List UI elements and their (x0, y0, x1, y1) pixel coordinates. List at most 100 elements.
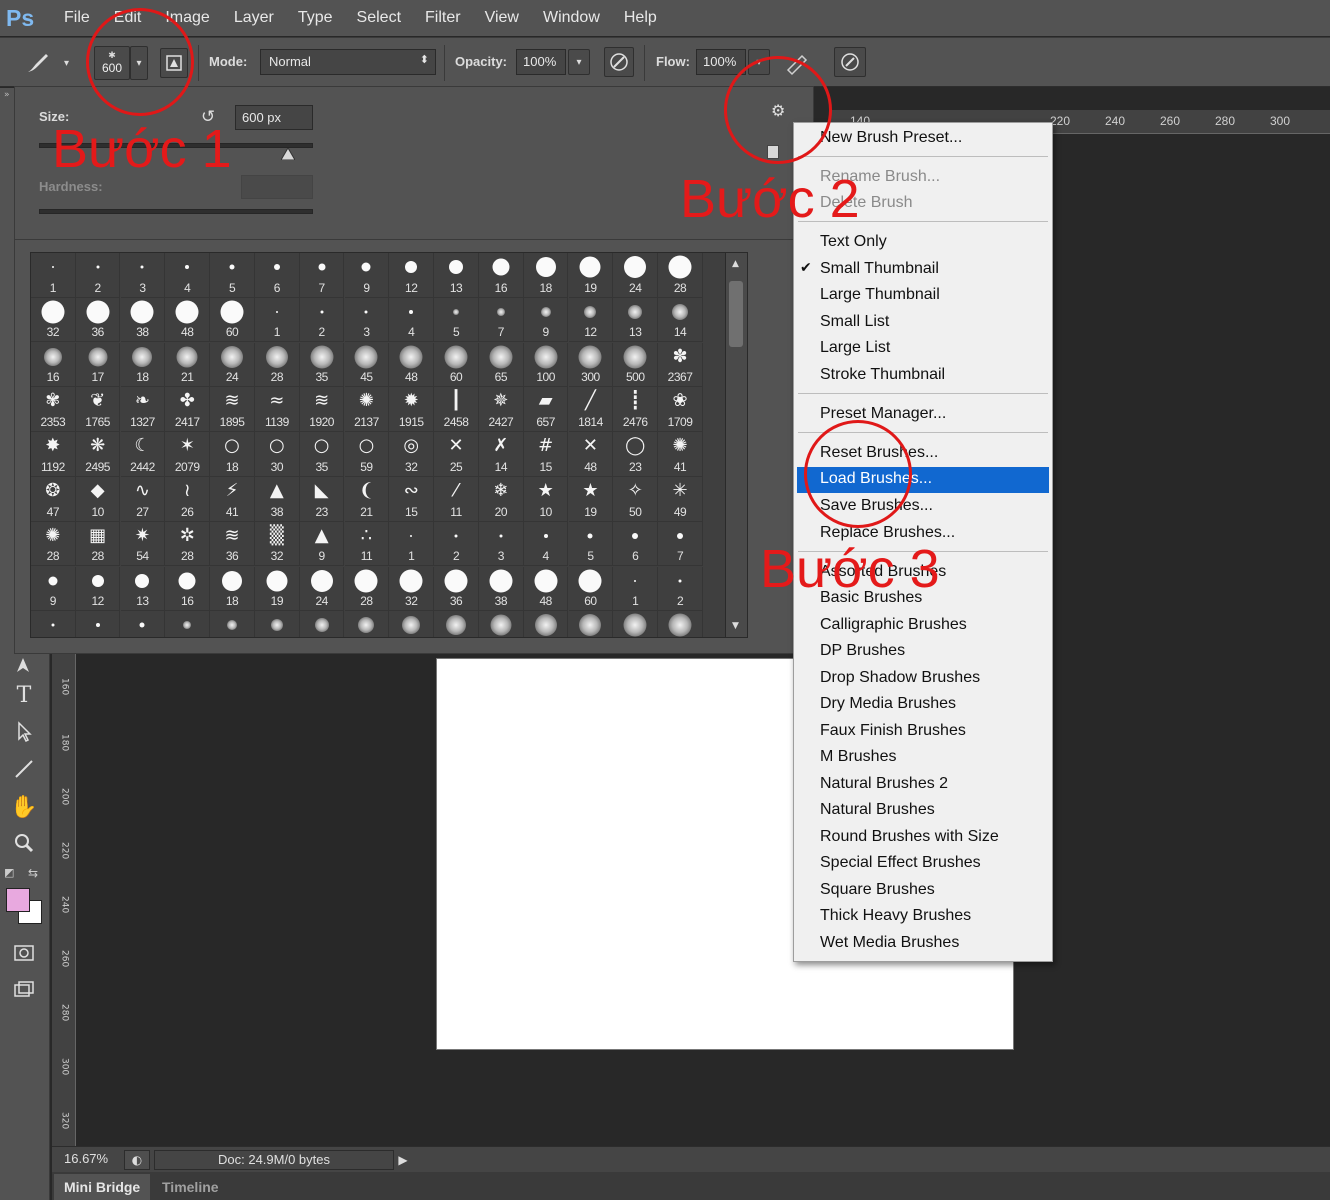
brush-preset-cell[interactable]: 60 (210, 297, 255, 343)
brush-preset-cell[interactable]: ❄ 20 (479, 477, 524, 522)
brush-preset-cell[interactable]: ⚡ 41 (210, 477, 255, 522)
brush-preset-cell[interactable]: ✹ 1915 (389, 387, 435, 433)
tool-preset-dropdown-icon[interactable]: ▾ (64, 58, 69, 69)
brush-tool-icon[interactable] (24, 50, 52, 76)
brush-preset-cell[interactable]: 36 (434, 566, 479, 612)
opacity-dropdown-icon[interactable]: ▾ (568, 49, 590, 75)
status-menu-arrow-icon[interactable]: ▶ (392, 1150, 414, 1170)
size-slider-thumb[interactable] (280, 145, 296, 161)
brush-preset-cell[interactable]: 7 (658, 521, 703, 567)
brush-preset-cell[interactable]: 5 (210, 253, 255, 298)
brush-preset-cell[interactable]: ○ 30 (255, 432, 300, 477)
brush-preset-cell[interactable] (479, 611, 524, 637)
brush-preset-cell[interactable]: 7 (299, 253, 345, 298)
scrollbar-thumb[interactable] (729, 281, 743, 347)
brush-preset-cell[interactable]: 9 (31, 566, 76, 612)
brush-preset-cell[interactable]: ⁄ 11 (434, 477, 479, 522)
brush-preset-cell[interactable]: ❨ 21 (344, 477, 390, 522)
brush-preset-cell[interactable]: 2 (434, 521, 479, 567)
menu-square-brushes[interactable]: Square Brushes (820, 881, 935, 899)
menu-m-brushes[interactable]: M Brushes (820, 748, 896, 766)
brush-preset-cell[interactable]: 13 (613, 297, 659, 343)
brush-preset-cell[interactable]: 48 (523, 566, 569, 612)
menu-file[interactable]: File (52, 0, 102, 36)
brush-preset-cell[interactable]: 12 (389, 253, 435, 298)
brush-preset-cell[interactable] (300, 611, 345, 637)
brush-preset-cell[interactable]: ✺ 41 (658, 432, 703, 477)
menu-text-only[interactable]: Text Only (820, 233, 887, 251)
foreground-color-swatch[interactable] (6, 888, 30, 912)
brush-preset-cell[interactable] (210, 611, 255, 637)
mode-select[interactable]: Normal ⬍ (260, 49, 436, 75)
brush-preset-cell[interactable]: ✺ 28 (31, 521, 76, 567)
menu-layer[interactable]: Layer (222, 0, 286, 36)
brush-preset-cell[interactable]: 4 (389, 297, 435, 343)
brush-preset-cell[interactable]: ✸ 1192 (31, 432, 76, 477)
menu-small-list[interactable]: Small List (820, 313, 889, 331)
brush-preset-cell[interactable]: 32 (389, 566, 435, 612)
brush-preset-cell[interactable]: ≋ 1895 (210, 387, 255, 433)
menu-stroke-thumbnail[interactable]: Stroke Thumbnail (820, 366, 945, 384)
brush-preset-cell[interactable]: 17 (75, 342, 121, 388)
brush-preset-cell[interactable]: 5 (568, 521, 614, 567)
menu-view[interactable]: View (473, 0, 531, 36)
brush-preset-cell[interactable]: ✕ 48 (568, 432, 614, 477)
brush-preset-cell[interactable]: ✾ 2353 (31, 387, 76, 433)
brush-preset-cell[interactable]: 32 (31, 297, 76, 343)
brush-preset-cell[interactable]: 13 (434, 253, 479, 298)
brush-preset-cell[interactable]: 45 (344, 342, 390, 388)
brush-preset-cell[interactable]: ◎ 32 (389, 432, 435, 477)
brush-preset-cell[interactable]: 21 (165, 342, 211, 388)
brush-preset-cell[interactable]: 6 (613, 521, 659, 567)
brush-preset-cell[interactable]: ✺ 2137 (344, 387, 390, 433)
brush-preset-cell[interactable] (121, 611, 166, 637)
swap-colors-icon[interactable]: ⇆ (28, 866, 38, 880)
brush-preset-cell[interactable]: ❦ 1765 (75, 387, 121, 433)
brush-preset-cell[interactable]: 19 (255, 566, 300, 612)
hand-tool-icon[interactable]: ✋ (9, 792, 39, 822)
brush-preset-cell[interactable]: 60 (434, 342, 479, 388)
menu-drop-shadow-brushes[interactable]: Drop Shadow Brushes (820, 669, 980, 687)
menu-dp-brushes[interactable]: DP Brushes (820, 642, 905, 660)
brush-preset-cell[interactable]: ❂ 47 (31, 477, 76, 522)
brush-preset-cell[interactable]: 65 (479, 342, 524, 388)
menu-special-effect-brushes[interactable]: Special Effect Brushes (820, 854, 981, 872)
brush-preset-cell[interactable]: 28 (344, 566, 390, 612)
document-info[interactable]: Doc: 24.9M/0 bytes (154, 1150, 394, 1170)
brush-preset-cell[interactable]: 16 (165, 566, 211, 612)
pen-tool-icon[interactable] (9, 650, 39, 680)
brush-preset-cell[interactable]: ≋ 1920 (299, 387, 345, 433)
brush-preset-cell[interactable]: 28 (255, 342, 300, 388)
menu-help[interactable]: Help (612, 0, 669, 36)
pressure-opacity-icon[interactable] (604, 47, 634, 77)
pressure-size-icon[interactable] (834, 47, 866, 77)
brush-preset-cell[interactable]: 13 (120, 566, 166, 612)
brush-preset-cell[interactable]: 18 (120, 342, 166, 388)
type-tool-icon[interactable]: T (9, 680, 39, 710)
brush-preset-cell[interactable]: 60 (568, 566, 614, 612)
brush-preset-cell[interactable]: ≀ 26 (165, 477, 211, 522)
brush-preset-cell[interactable]: 14 (658, 297, 703, 343)
menu-large-list[interactable]: Large List (820, 339, 890, 357)
brush-preset-cell[interactable]: ○ 18 (210, 432, 255, 477)
brush-preset-cell[interactable]: ✶ 2079 (165, 432, 211, 477)
brush-preset-cell[interactable]: ╱ 1814 (568, 387, 614, 433)
brush-preset-cell[interactable]: 3 (344, 297, 390, 343)
menu-new-brush-preset[interactable]: New Brush Preset... (820, 129, 962, 147)
brush-preset-cell[interactable] (255, 611, 300, 637)
brush-preset-cell[interactable]: 1 (613, 566, 659, 612)
brush-preset-cell[interactable] (569, 611, 614, 637)
brush-preset-cell[interactable]: 6 (255, 253, 300, 298)
menu-window[interactable]: Window (531, 0, 612, 36)
menu-dry-media-brushes[interactable]: Dry Media Brushes (820, 695, 956, 713)
menu-filter[interactable]: Filter (413, 0, 473, 36)
brush-preset-cell[interactable]: ○ 59 (344, 432, 390, 477)
brush-preset-cell[interactable]: ✧ 50 (613, 477, 659, 522)
brush-preset-cell[interactable]: ▲ 38 (255, 477, 300, 522)
brush-preset-cell[interactable]: ∾ 15 (389, 477, 435, 522)
brush-preset-cell[interactable]: ┃ 2458 (434, 387, 479, 433)
brush-preset-cell[interactable]: ✷ 54 (120, 521, 166, 567)
brush-preset-cell[interactable]: 48 (165, 297, 211, 343)
brush-preset-cell[interactable]: ★ 10 (523, 477, 569, 522)
brush-preset-cell[interactable]: 16 (479, 253, 524, 298)
